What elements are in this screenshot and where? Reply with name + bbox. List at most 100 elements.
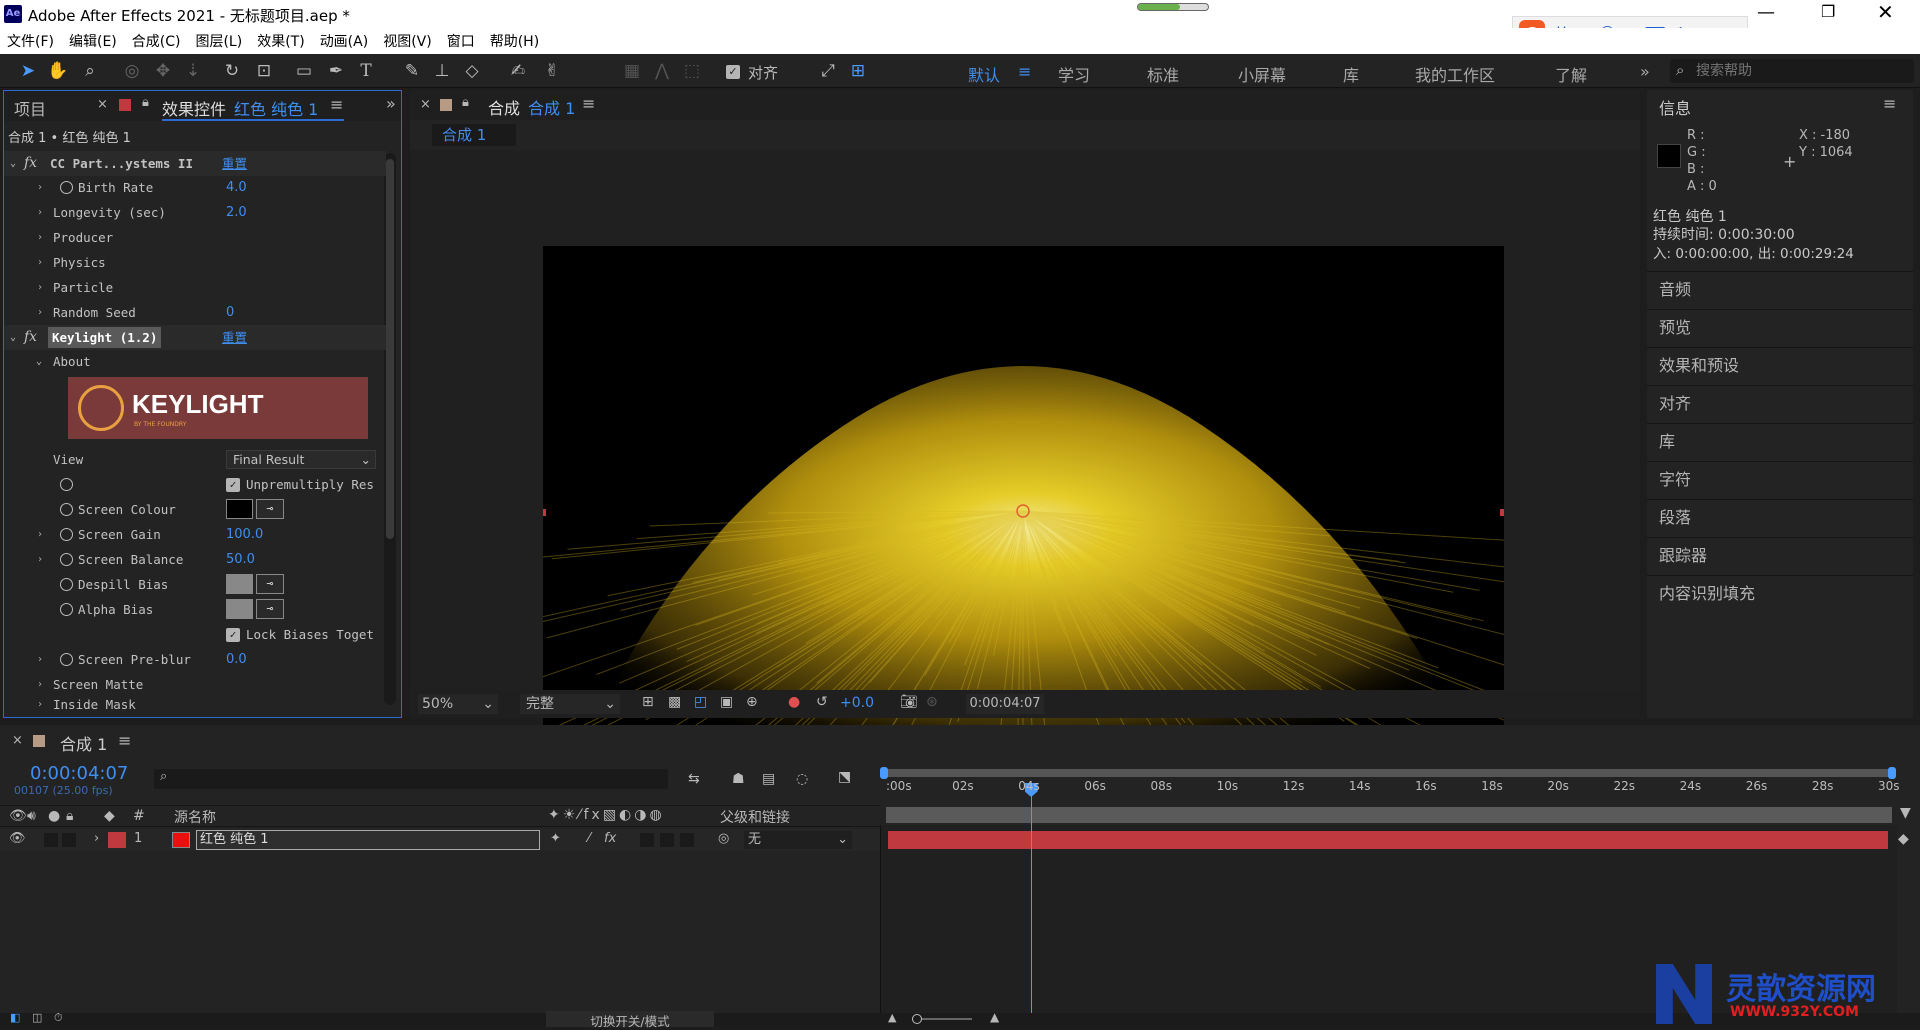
- prop-screen-preblur[interactable]: › Screen Pre-blur 0.0: [4, 647, 386, 672]
- panel-tracker[interactable]: 跟踪器: [1647, 537, 1913, 573]
- workspace-my[interactable]: 我的工作区: [1415, 62, 1495, 86]
- snap-extra-icon[interactable]: ▦: [620, 59, 644, 83]
- help-search-box[interactable]: ⌕: [1670, 59, 1914, 83]
- align-checkbox[interactable]: ✓: [726, 65, 740, 79]
- fx-reset-link[interactable]: 重置: [222, 151, 247, 176]
- guides-icon[interactable]: ⊕: [746, 694, 758, 710]
- puppet-tool-icon[interactable]: ✌: [540, 59, 564, 83]
- snap-extra2-icon[interactable]: ⋀: [650, 59, 674, 83]
- chevron-right-icon[interactable]: ›: [37, 522, 43, 547]
- chevron-right-icon[interactable]: ›: [94, 831, 99, 846]
- reset-exposure-icon[interactable]: ↺: [816, 694, 828, 710]
- panel-menu-icon[interactable]: ≡: [118, 731, 131, 750]
- roto-tool-icon[interactable]: ✍: [506, 59, 530, 83]
- prop-screen-balance[interactable]: › Screen Balance 50.0: [4, 547, 386, 572]
- prop-physics[interactable]: › Physics: [4, 250, 386, 275]
- switch-box[interactable]: [680, 833, 694, 847]
- hand-tool-icon[interactable]: ✋: [46, 59, 70, 83]
- show-snapshot-icon[interactable]: ⊛: [926, 694, 938, 710]
- menu-animation[interactable]: 动画(A): [313, 31, 377, 51]
- prop-about[interactable]: ⌄ About: [4, 349, 386, 374]
- switch-box[interactable]: [640, 833, 654, 847]
- view-dropdown[interactable]: Final Result ⌄: [226, 450, 376, 469]
- snapshot-icon[interactable]: 📷︎: [900, 694, 918, 710]
- toggle-switches-modes[interactable]: 切换开关/模式: [546, 1011, 714, 1029]
- close-tab-icon[interactable]: ×: [97, 97, 108, 112]
- draft-3d-icon[interactable]: ☗: [732, 771, 745, 787]
- orbit-tool-icon[interactable]: ◎: [120, 59, 144, 83]
- navigator-start-handle[interactable]: [880, 767, 888, 779]
- layer-label-color[interactable]: [108, 832, 126, 848]
- layer-search-box[interactable]: ⌕: [154, 769, 668, 789]
- text-tool-icon[interactable]: T: [354, 59, 378, 83]
- stopwatch-icon[interactable]: [60, 653, 73, 666]
- eyedropper-icon[interactable]: ⊸: [256, 499, 284, 519]
- playhead[interactable]: [1024, 783, 1038, 1013]
- comp-viewer[interactable]: [410, 150, 1640, 774]
- eyedropper-icon[interactable]: ⊸: [256, 574, 284, 594]
- unpremultiply-checkbox[interactable]: ✓: [226, 478, 240, 492]
- snap-toggle-icon[interactable]: ⤢: [816, 59, 840, 83]
- eraser-tool-icon[interactable]: ◇: [460, 59, 484, 83]
- lock-icon[interactable]: 🔒︎: [462, 95, 469, 110]
- menu-composition[interactable]: 合成(C): [125, 31, 189, 51]
- footer-render-icon[interactable]: ◧: [10, 1011, 20, 1024]
- fx-keylight[interactable]: ⌄ fx Keylight (1.2) 重置: [4, 325, 386, 350]
- minimize-button[interactable]: —: [1757, 2, 1775, 23]
- menu-effect[interactable]: 效果(T): [250, 31, 312, 51]
- workspace-menu-icon[interactable]: ≡: [1018, 62, 1031, 81]
- panel-overflow-icon[interactable]: »: [386, 94, 396, 113]
- switch-box[interactable]: [660, 833, 674, 847]
- lock-biases-checkbox[interactable]: ✓: [226, 628, 240, 642]
- comp-end-marker-icon[interactable]: ▼: [1900, 805, 1911, 821]
- zoom-in-icon[interactable]: ▲: [990, 1010, 999, 1024]
- prop-inside-mask[interactable]: › Inside Mask: [4, 694, 386, 716]
- anchor-tool-icon[interactable]: ⊡: [252, 59, 276, 83]
- menu-help[interactable]: 帮助(H): [483, 31, 547, 51]
- prop-particle[interactable]: › Particle: [4, 275, 386, 300]
- prop-lock-biases[interactable]: ✓ Lock Biases Toget: [4, 622, 386, 647]
- menu-file[interactable]: 文件(F): [0, 31, 62, 51]
- time-navigator[interactable]: [883, 769, 1893, 777]
- selection-tool-icon[interactable]: ➤: [16, 59, 40, 83]
- help-search-input[interactable]: [1696, 61, 1906, 81]
- rectangle-tool-icon[interactable]: ▭: [292, 59, 316, 83]
- alpha-swatch[interactable]: [226, 599, 253, 619]
- stopwatch-icon[interactable]: [60, 553, 73, 566]
- motion-blur-icon[interactable]: ◌: [796, 771, 808, 787]
- tab-project[interactable]: 项目: [14, 96, 46, 120]
- zoom-dropdown[interactable]: 50% ⌄: [418, 694, 498, 714]
- comp-subtab[interactable]: 合成 1: [432, 124, 516, 146]
- menu-edit[interactable]: 编辑(E): [62, 31, 125, 51]
- snap-extra3-icon[interactable]: ⬚: [680, 59, 704, 83]
- workspace-default[interactable]: 默认: [968, 62, 1000, 86]
- fx-cc-particle-systems[interactable]: ⌄ fx CC Part...ystems II 重置: [4, 151, 386, 176]
- screen-colour-swatch[interactable]: [226, 499, 253, 519]
- close-tab-icon[interactable]: ×: [12, 733, 23, 748]
- region-icon[interactable]: ▣: [720, 694, 733, 710]
- exposure-value[interactable]: +0.0: [840, 695, 874, 711]
- fx-reset-link[interactable]: 重置: [222, 325, 247, 350]
- snap-grid-icon[interactable]: ⊞: [846, 59, 870, 83]
- footer-time-icon[interactable]: ⏱︎: [54, 1011, 63, 1025]
- zoom-out-icon[interactable]: ▲: [888, 1011, 896, 1024]
- chevron-down-icon[interactable]: ⌄: [10, 151, 16, 176]
- quality-switch-icon[interactable]: ⁄: [588, 831, 590, 846]
- lock-icon[interactable]: 🔒︎: [142, 95, 149, 110]
- brush-tool-icon[interactable]: ✎: [400, 59, 424, 83]
- panel-align[interactable]: 对齐: [1647, 385, 1913, 421]
- channels-icon[interactable]: ●: [788, 694, 800, 710]
- eye-icon[interactable]: 👁︎: [9, 831, 26, 846]
- frame-blending-icon[interactable]: ▤: [762, 771, 775, 787]
- parent-dropdown[interactable]: 无 ⌄: [744, 831, 852, 849]
- expand-keyframe-icon[interactable]: ◆: [1898, 831, 1909, 847]
- layer-handle-right[interactable]: [1500, 509, 1504, 516]
- prop-random-seed[interactable]: › Random Seed 0: [4, 300, 386, 325]
- restore-button[interactable]: ❐: [1821, 2, 1835, 21]
- chevron-right-icon[interactable]: ›: [37, 647, 43, 672]
- prop-alpha-bias[interactable]: Alpha Bias ⊸: [4, 597, 386, 622]
- chevron-right-icon[interactable]: ›: [37, 694, 43, 716]
- chevron-down-icon[interactable]: ⌄: [36, 349, 42, 374]
- chevron-right-icon[interactable]: ›: [37, 175, 43, 200]
- viewer-timecode[interactable]: 0:00:04:07: [966, 694, 1044, 714]
